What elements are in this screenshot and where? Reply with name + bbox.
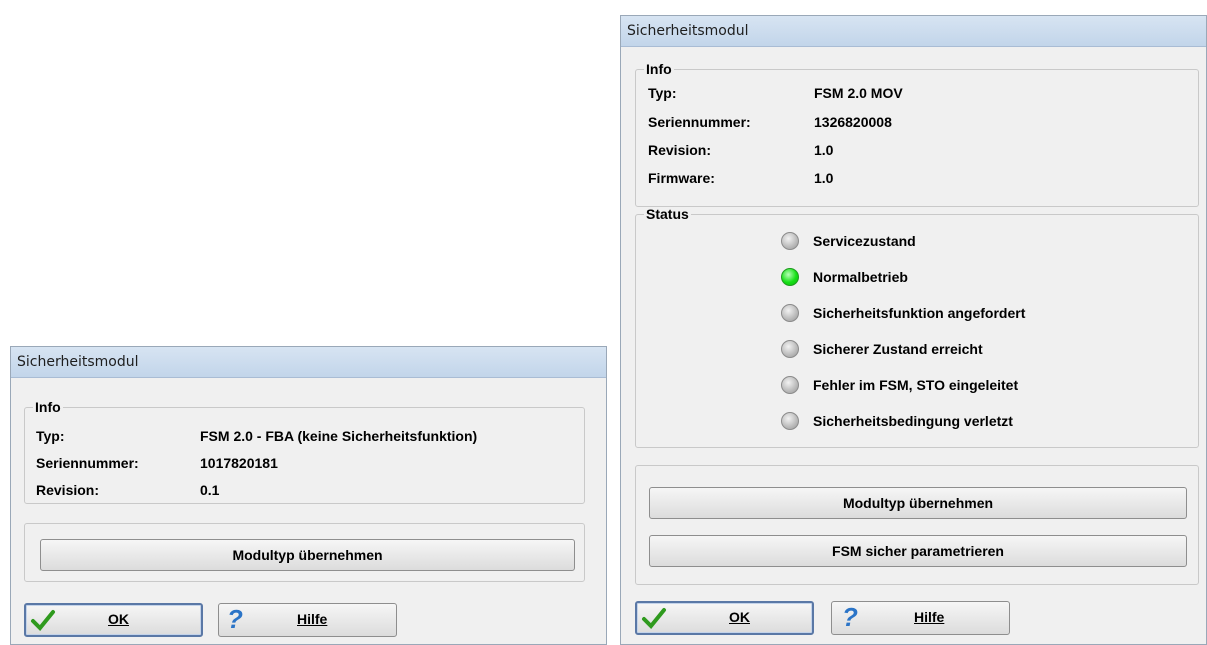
type-value: FSM 2.0 - FBA (keine Sicherheitsfunktion…	[200, 428, 478, 444]
right-dialog-window: Sicherheitsmodul Info Typ: FSM 2.0 MOV S…	[620, 15, 1207, 645]
checkmark-icon	[641, 605, 667, 631]
status-item-label: Fehler im FSM, STO eingeleitet	[813, 377, 1019, 393]
info-group: Info	[24, 399, 585, 504]
serial-label: Seriennummer:	[648, 114, 751, 130]
status-led-icon	[781, 304, 799, 322]
status-led-icon	[781, 232, 799, 250]
help-label: Hilfe	[297, 611, 328, 627]
revision-value: 1.0	[814, 142, 834, 158]
status-item-label: Sicherer Zustand erreicht	[813, 341, 983, 357]
info-group: Info	[635, 61, 1199, 207]
status-group: Status	[635, 206, 1199, 448]
ok-button[interactable]: OK	[24, 603, 203, 637]
left-dialog-window: Sicherheitsmodul Info Typ: FSM 2.0 - FBA…	[10, 346, 607, 645]
question-mark-icon: ?	[227, 604, 243, 634]
status-item-label: Normalbetrieb	[813, 269, 908, 285]
ok-label: OK	[108, 611, 129, 627]
help-label: Hilfe	[914, 609, 945, 625]
status-led-icon	[781, 340, 799, 358]
serial-label: Seriennummer:	[36, 455, 139, 471]
status-led-icon	[781, 412, 799, 430]
serial-value: 1326820008	[814, 114, 892, 130]
help-button[interactable]: ? Hilfe	[218, 603, 397, 637]
revision-value: 0.1	[200, 482, 220, 498]
window-title: Sicherheitsmodul	[621, 16, 1206, 47]
actions-group	[635, 465, 1199, 585]
revision-label: Revision:	[36, 482, 100, 498]
question-mark-icon: ?	[842, 602, 858, 632]
firmware-label: Firmware:	[648, 170, 715, 186]
serial-value: 1017820181	[200, 455, 278, 471]
status-led-icon	[781, 376, 799, 394]
status-group-label: Status	[646, 206, 689, 222]
status-item-label: Sicherheitsfunktion angefordert	[813, 305, 1026, 321]
info-group-label: Info	[646, 61, 672, 77]
ok-button[interactable]: OK	[635, 601, 814, 635]
help-button[interactable]: ? Hilfe	[831, 601, 1010, 635]
take-module-type-button[interactable]: Modultyp übernehmen	[649, 487, 1187, 519]
checkmark-icon	[30, 607, 56, 633]
status-led-icon	[781, 268, 799, 286]
take-module-type-button[interactable]: Modultyp übernehmen	[40, 539, 575, 571]
status-item-label: Servicezustand	[813, 233, 916, 249]
ok-label: OK	[729, 609, 750, 625]
status-item-label: Sicherheitsbedingung verletzt	[813, 413, 1013, 429]
type-value: FSM 2.0 MOV	[814, 85, 903, 101]
window-title: Sicherheitsmodul	[11, 347, 606, 378]
parametrize-fsm-button[interactable]: FSM sicher parametrieren	[649, 535, 1187, 567]
revision-label: Revision:	[648, 142, 712, 158]
type-label: Typ:	[36, 428, 65, 444]
firmware-value: 1.0	[814, 170, 834, 186]
type-label: Typ:	[648, 85, 677, 101]
info-group-label: Info	[35, 399, 61, 415]
